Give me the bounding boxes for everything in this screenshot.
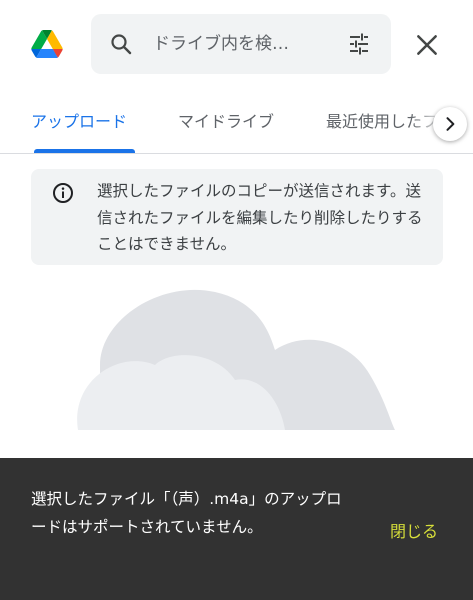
tab-my-drive[interactable]: マイドライブ <box>178 112 274 132</box>
tab-scroll-button[interactable] <box>433 107 467 141</box>
snackbar-message: 選択したファイル「（声）.m4a」のアップロードはサポートされていません。 <box>31 490 342 536</box>
search-icon <box>111 34 132 55</box>
app-header <box>0 0 473 92</box>
info-banner: 選択したファイルのコピーが送信されます。送信されたファイルを編集したり削除したり… <box>31 169 443 265</box>
google-drive-logo-icon <box>31 30 63 58</box>
dismiss-button[interactable]: 閉じる <box>380 514 452 546</box>
search-bar[interactable] <box>91 14 391 74</box>
search-input[interactable] <box>153 28 333 60</box>
info-icon <box>53 183 73 203</box>
info-banner-text: 選択したファイルのコピーが送信されます。送信されたファイルを編集したり削除したり… <box>97 182 423 253</box>
snackbar: 選択したファイル「（声）.m4a」のアップロードはサポートされていません。 閉じ… <box>0 458 473 600</box>
tune-icon[interactable] <box>347 32 371 56</box>
active-tab-indicator <box>34 149 135 153</box>
upload-picker-screen: アップロード マイドライブ 最近使用したファイル 選択したファイルのコピーが送信… <box>0 0 473 600</box>
tab-bar: アップロード マイドライブ 最近使用したファイル <box>0 100 473 154</box>
chevron-right-icon <box>446 117 455 131</box>
empty-state-cloud-illustration <box>77 289 395 430</box>
tab-upload[interactable]: アップロード <box>31 112 127 132</box>
close-icon[interactable] <box>414 32 440 58</box>
